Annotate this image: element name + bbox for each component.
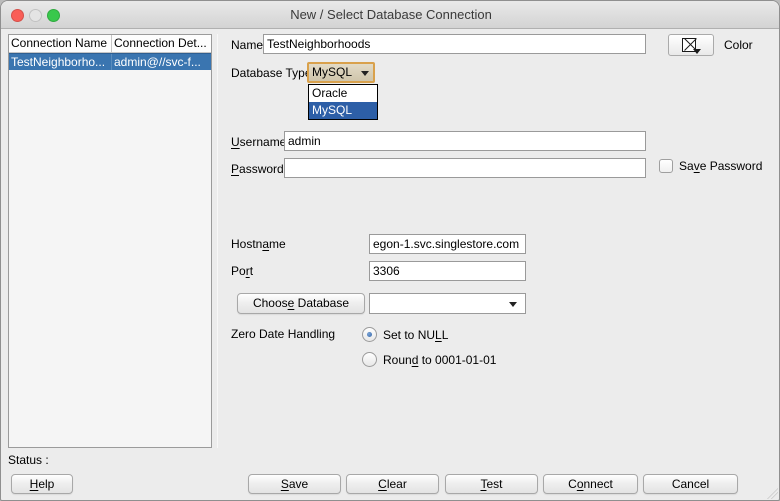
dropdown-arrow-icon	[509, 302, 517, 307]
connections-table-header: Connection Name Connection Det...	[9, 35, 211, 53]
name-label: Name	[231, 38, 264, 52]
hostname-input[interactable]: egon-1.svc.singlestore.com	[369, 234, 526, 254]
connections-table: Connection Name Connection Det... TestNe…	[8, 34, 212, 448]
password-input[interactable]	[284, 158, 646, 178]
name-input[interactable]: TestNeighborhoods	[263, 34, 646, 54]
database-type-label: Database Type	[231, 66, 312, 80]
database-select[interactable]	[369, 293, 526, 314]
option-mysql[interactable]: MySQL	[309, 102, 377, 119]
column-header-connection-name[interactable]: Connection Name	[9, 35, 112, 52]
save-password-checkbox[interactable]	[659, 159, 673, 173]
clear-button[interactable]: Clear	[346, 474, 439, 494]
round-date-radio[interactable]	[362, 352, 377, 367]
database-type-popup: Oracle MySQL	[308, 84, 378, 120]
title-bar: New / Select Database Connection	[1, 1, 779, 29]
database-connection-dialog: New / Select Database Connection Connect…	[0, 0, 780, 501]
password-label: Password	[231, 162, 284, 176]
port-label: Port	[231, 264, 254, 278]
set-to-null-label[interactable]: Set to NULL	[383, 325, 448, 345]
help-button[interactable]: Help	[11, 474, 73, 494]
window-title: New / Select Database Connection	[290, 7, 492, 22]
status-label: Status :	[8, 453, 49, 467]
color-label: Color	[724, 38, 753, 52]
dropdown-arrow-icon	[361, 71, 369, 76]
resize-grip[interactable]	[766, 487, 778, 499]
connect-button[interactable]: Connect	[543, 474, 638, 494]
database-type-value: MySQL	[312, 65, 353, 79]
port-input[interactable]: 3306	[369, 261, 526, 281]
database-type-select[interactable]: MySQL	[307, 62, 375, 83]
zero-date-handling-label: Zero Date Handling	[231, 327, 336, 341]
dropdown-arrow-icon	[693, 49, 701, 54]
color-picker-button[interactable]	[668, 34, 714, 56]
username-label: Username	[231, 135, 287, 149]
hostname-label: Hostname	[231, 237, 286, 251]
table-row[interactable]: TestNeighborho... admin@//svc-f...	[9, 53, 211, 70]
choose-database-button[interactable]: Choose Database	[237, 293, 365, 314]
connection-name-cell: TestNeighborho...	[9, 54, 112, 70]
save-button[interactable]: Save	[248, 474, 341, 494]
set-to-null-radio[interactable]	[362, 327, 377, 342]
panel-divider	[217, 34, 218, 448]
connection-details-cell: admin@//svc-f...	[114, 55, 201, 69]
test-button[interactable]: Test	[445, 474, 538, 494]
option-oracle[interactable]: Oracle	[309, 85, 377, 102]
cancel-button[interactable]: Cancel	[643, 474, 738, 494]
username-input[interactable]: admin	[284, 131, 646, 151]
column-header-connection-details[interactable]: Connection Det...	[112, 35, 211, 52]
round-date-label[interactable]: Round to 0001-01-01	[383, 350, 496, 370]
save-password-label: Save Password	[679, 159, 763, 173]
